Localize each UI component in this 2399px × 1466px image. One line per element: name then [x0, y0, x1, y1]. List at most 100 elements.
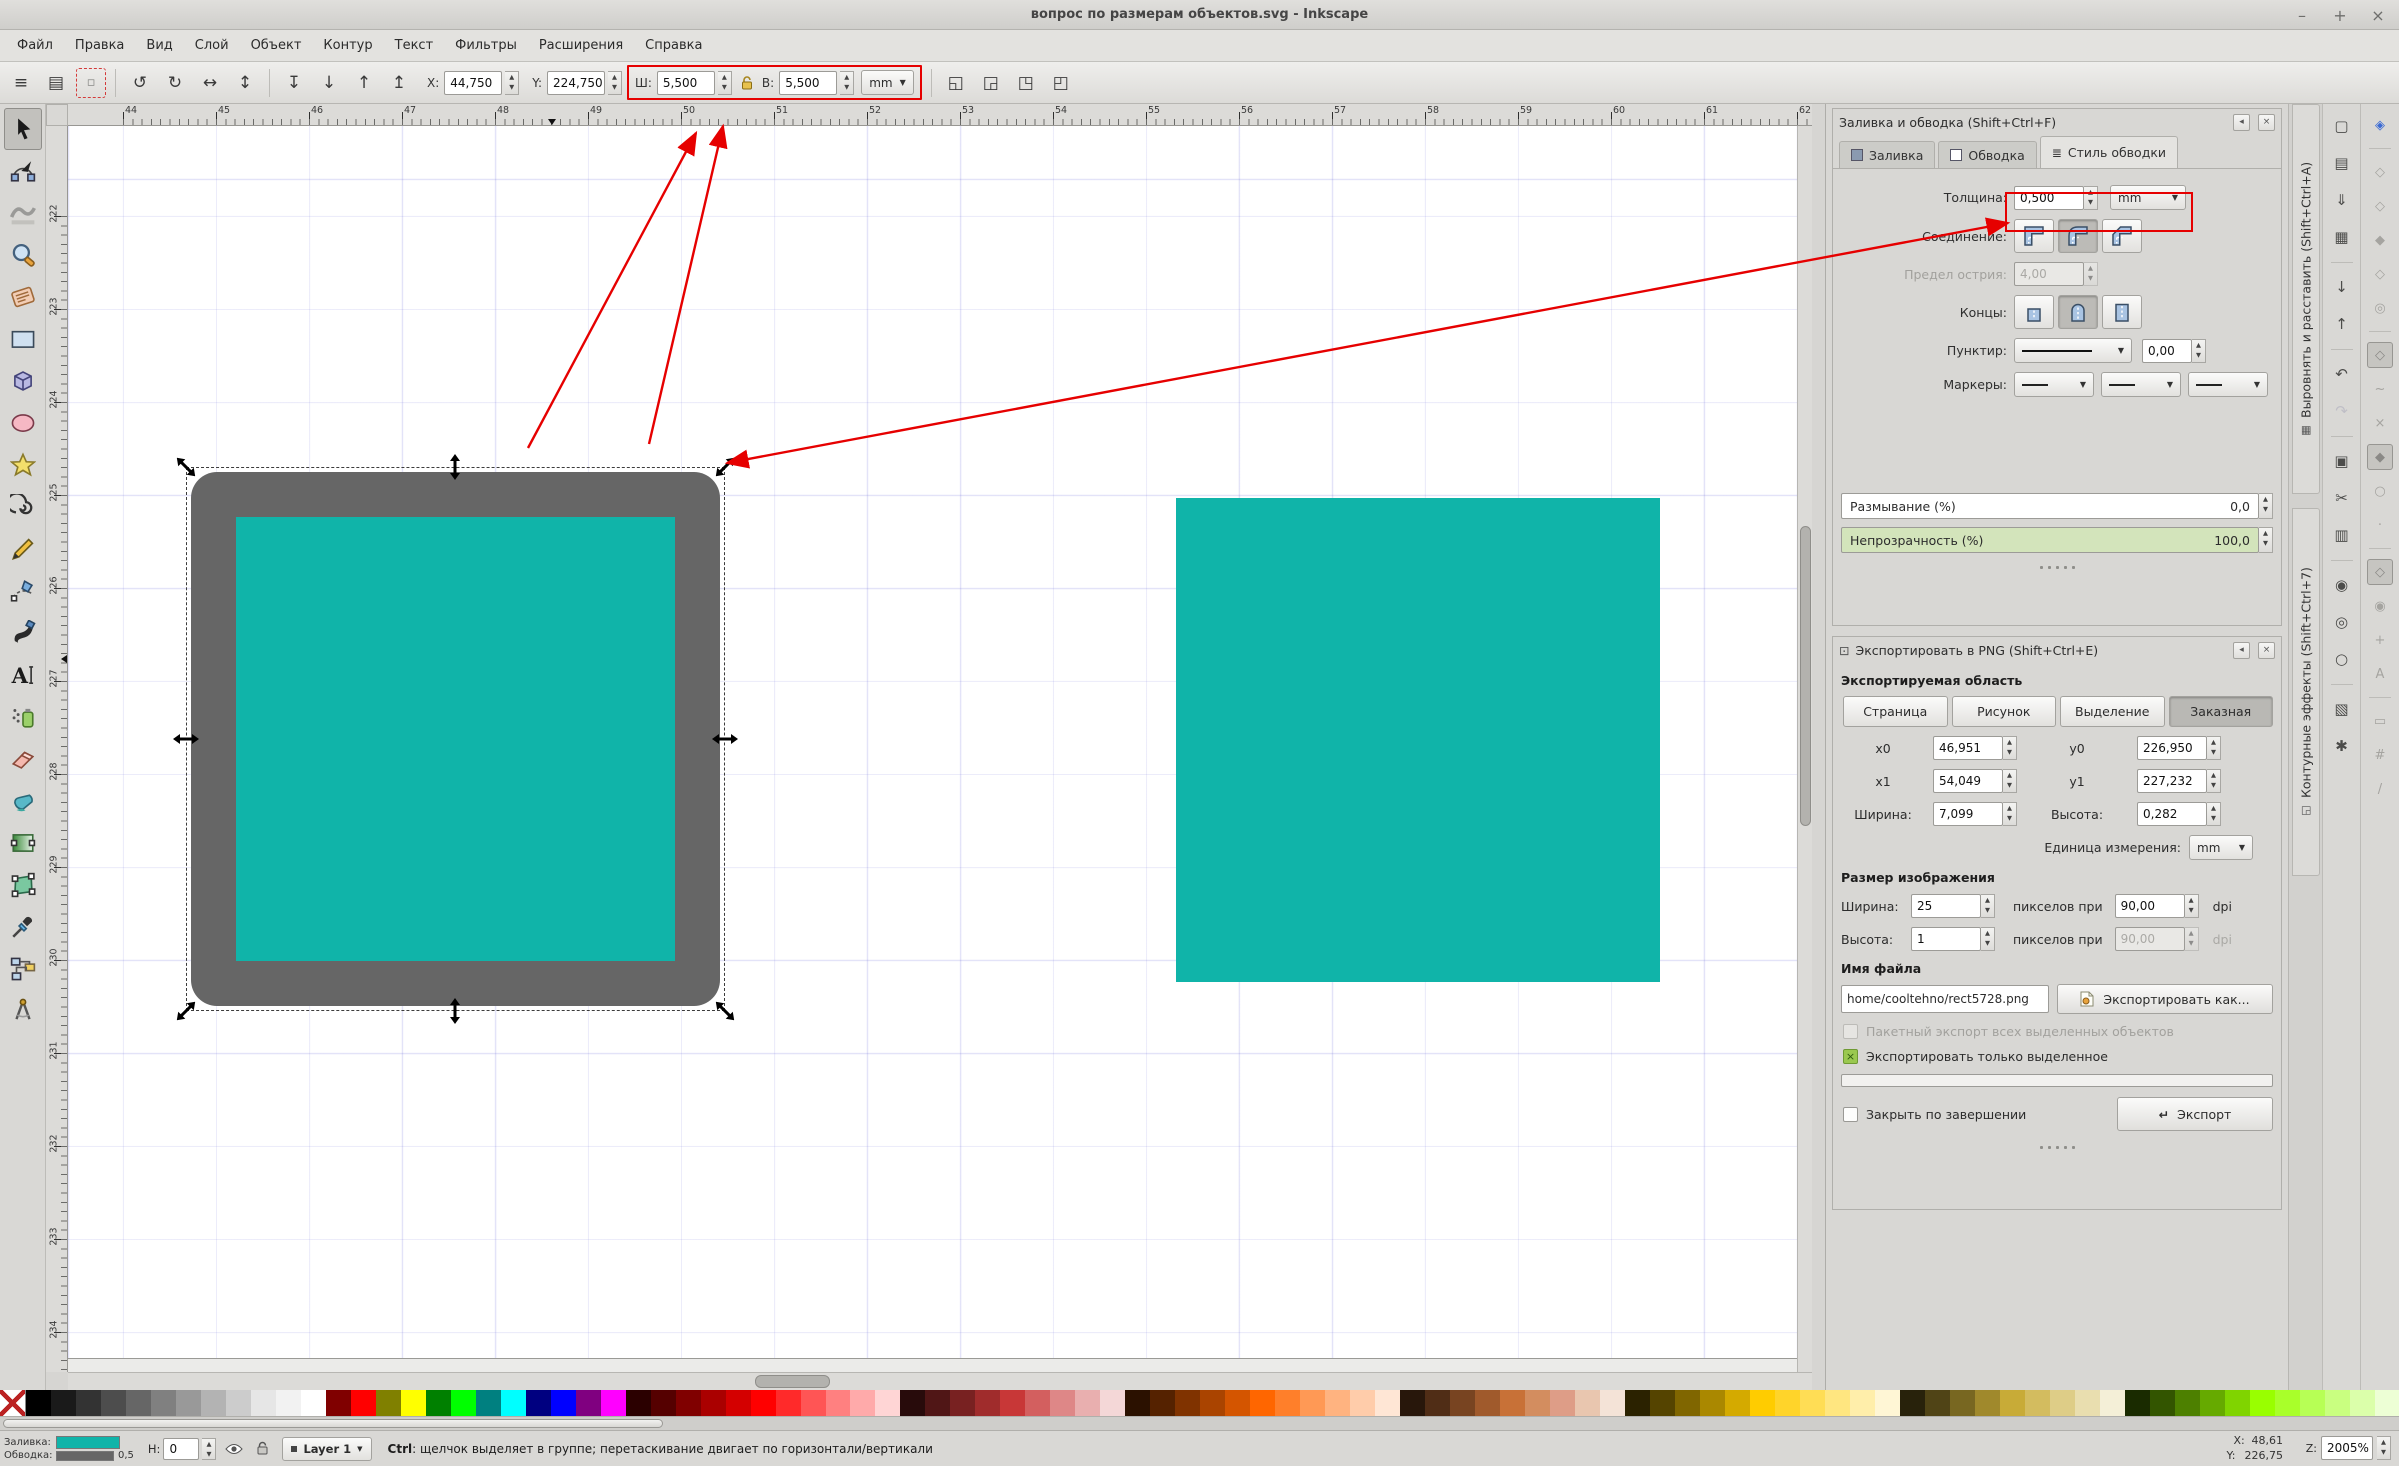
y1-spinner[interactable]: ▲▼	[2207, 769, 2221, 793]
palette-swatch[interactable]	[751, 1390, 776, 1416]
ruler-tool[interactable]	[4, 276, 42, 318]
palette-swatch[interactable]	[2025, 1390, 2050, 1416]
palette-swatch[interactable]	[1300, 1390, 1325, 1416]
maximize-button[interactable]: +	[2329, 6, 2351, 25]
zoom-input[interactable]: 2005%	[2321, 1436, 2373, 1460]
lower-icon[interactable]: ↓	[314, 68, 344, 98]
palette-swatch[interactable]	[875, 1390, 900, 1416]
height-spinner[interactable]: ▲▼	[840, 71, 854, 95]
palette-swatch[interactable]	[1925, 1390, 1950, 1416]
dialog-resize-grip[interactable]	[1833, 563, 2281, 571]
dialog-close-button[interactable]: ×	[2258, 114, 2275, 131]
dash-offset-input[interactable]: 0,00	[2142, 339, 2192, 363]
tab-fill[interactable]: Заливка	[1839, 141, 1935, 168]
palette-swatch[interactable]	[676, 1390, 701, 1416]
join-bevel-button[interactable]	[2102, 219, 2142, 253]
palette-swatch[interactable]	[126, 1390, 151, 1416]
palette-swatch[interactable]	[626, 1390, 651, 1416]
tab-stroke-style[interactable]: ≣ Стиль обводки	[2040, 136, 2178, 168]
menu-item-8[interactable]: Расширения	[528, 33, 634, 58]
snap-page-border-icon[interactable]: ▭	[2367, 708, 2393, 734]
palette-swatch[interactable]	[1125, 1390, 1150, 1416]
pencil-tool[interactable]	[4, 528, 42, 570]
width-input[interactable]: 5,500	[657, 71, 715, 95]
area-button-selection[interactable]: Выделение	[2060, 696, 2165, 727]
scale-handle[interactable]	[712, 733, 738, 745]
palette-swatch[interactable]	[1350, 1390, 1375, 1416]
horizontal-scrollbar[interactable]	[68, 1372, 1812, 1390]
palette-swatch[interactable]	[301, 1390, 326, 1416]
close-button[interactable]: ×	[2367, 6, 2389, 25]
canvas[interactable]	[68, 126, 1797, 1372]
palette-swatch[interactable]	[276, 1390, 301, 1416]
marker-mid-dropdown[interactable]: ▼	[2101, 372, 2181, 397]
palette-swatch[interactable]	[401, 1390, 426, 1416]
snap-text-baseline-icon[interactable]: A	[2367, 661, 2393, 687]
join-miter-button[interactable]	[2014, 219, 2054, 253]
palette-swatch[interactable]	[576, 1390, 601, 1416]
close-when-done-checkbox[interactable]	[1843, 1107, 1858, 1122]
palette-swatch[interactable]	[2075, 1390, 2100, 1416]
document-properties-icon[interactable]: ▧	[2328, 695, 2356, 723]
snap-bbox-midpoint-icon[interactable]: ◇	[2367, 261, 2393, 287]
area-button-page[interactable]: Страница	[1843, 696, 1948, 727]
status-opacity-spinner[interactable]: ▲▼	[202, 1438, 216, 1460]
palette-swatch[interactable]	[2200, 1390, 2225, 1416]
palette-swatch[interactable]	[1575, 1390, 1600, 1416]
image-height-input[interactable]: 1	[1911, 927, 1981, 951]
horizontal-scrollbar-thumb[interactable]	[755, 1375, 830, 1388]
snap-cusp-node-icon[interactable]: ◆	[2367, 444, 2393, 470]
palette-swatch[interactable]	[1050, 1390, 1075, 1416]
scale-handle[interactable]	[449, 454, 461, 480]
palette-swatch[interactable]	[2000, 1390, 2025, 1416]
snap-path-icon[interactable]: ~	[2367, 376, 2393, 402]
palette-swatch[interactable]	[1475, 1390, 1500, 1416]
cut-icon[interactable]: ✂	[2328, 484, 2356, 512]
lower-to-bottom-icon[interactable]: ↧	[279, 68, 309, 98]
current-layer-dropdown[interactable]: Layer 1 ▼	[282, 1437, 371, 1461]
palette-swatch[interactable]	[1950, 1390, 1975, 1416]
tab-align-distribute[interactable]: ▦ Выровнять и расставить (Shift+Ctrl+A)	[2292, 104, 2320, 494]
palette-swatch[interactable]	[1775, 1390, 1800, 1416]
redo-icon[interactable]: ↷	[2328, 397, 2356, 425]
snap-bbox-icon[interactable]: ◇	[2367, 159, 2393, 185]
rectangle-without-stroke[interactable]	[1176, 498, 1660, 982]
menu-item-7[interactable]: Фильтры	[444, 33, 528, 58]
palette-swatch[interactable]	[2050, 1390, 2075, 1416]
select-all-icon[interactable]: ≡	[6, 68, 36, 98]
dash-offset-spinner[interactable]: ▲▼	[2192, 339, 2206, 363]
scale-handle[interactable]	[712, 454, 739, 481]
lock-ratio-icon[interactable]	[737, 73, 757, 93]
palette-swatch[interactable]	[476, 1390, 501, 1416]
palette-swatch[interactable]	[2125, 1390, 2150, 1416]
palette-swatch[interactable]	[426, 1390, 451, 1416]
snap-bbox-corner-icon[interactable]: ◆	[2367, 227, 2393, 253]
dpi-input[interactable]: 90,00	[2115, 894, 2185, 918]
palette-swatch[interactable]	[651, 1390, 676, 1416]
palette-swatch[interactable]	[701, 1390, 726, 1416]
measure-tool[interactable]	[4, 990, 42, 1032]
palette-swatch[interactable]	[1550, 1390, 1575, 1416]
deselect-icon[interactable]: ▫	[76, 68, 106, 98]
palette-swatch[interactable]	[776, 1390, 801, 1416]
palette-swatch[interactable]	[1425, 1390, 1450, 1416]
paste-icon[interactable]: ▥	[2328, 521, 2356, 549]
scale-stroke-toggle-icon[interactable]: ◱	[941, 68, 971, 98]
copy-icon[interactable]: ▣	[2328, 447, 2356, 475]
snap-intersection-icon[interactable]: ×	[2367, 410, 2393, 436]
calligraphy-tool[interactable]	[4, 612, 42, 654]
filename-input[interactable]: home/cooltehno/rect5728.png	[1841, 985, 2049, 1013]
palette-scrollbar-thumb[interactable]	[3, 1419, 663, 1428]
export-icon[interactable]: ↑	[2328, 310, 2356, 338]
opacity-slider[interactable]: Непрозрачность (%)100,0	[1841, 527, 2259, 553]
fill-color-swatch[interactable]	[56, 1436, 120, 1449]
zoom-selection-icon[interactable]: ◉	[2328, 571, 2356, 599]
select-all-layers-icon[interactable]: ▤	[41, 68, 71, 98]
palette-swatch[interactable]	[101, 1390, 126, 1416]
palette-swatch[interactable]	[1400, 1390, 1425, 1416]
palette-swatch[interactable]	[176, 1390, 201, 1416]
palette-swatch[interactable]	[1000, 1390, 1025, 1416]
palette-swatch[interactable]	[251, 1390, 276, 1416]
palette-swatch[interactable]	[1750, 1390, 1775, 1416]
vertical-ruler[interactable]: 222223224225226227228229230231232233234	[46, 126, 68, 1372]
